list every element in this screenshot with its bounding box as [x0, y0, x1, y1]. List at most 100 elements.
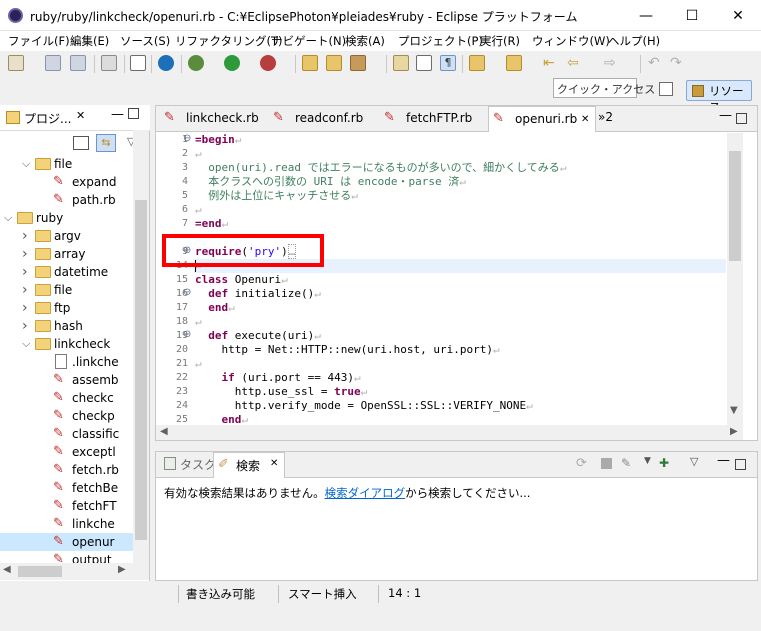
save-icon[interactable]: [45, 55, 61, 71]
tab-openuri[interactable]: ✎ openuri.rb ✕: [488, 106, 596, 132]
editor-vertical-scrollbar[interactable]: ▼: [727, 133, 743, 425]
tab-search[interactable]: ✐ 検索 ✕: [213, 452, 285, 478]
pin-view-icon[interactable]: ✚: [659, 456, 669, 470]
tree-item[interactable]: › hash: [0, 317, 133, 335]
menu-file[interactable]: ファイル(F): [8, 33, 70, 49]
cancel-search-icon[interactable]: [601, 458, 612, 469]
chevron-right-icon[interactable]: ›: [22, 299, 32, 317]
chevron-right-icon[interactable]: ›: [22, 263, 32, 281]
tab-fetchftp[interactable]: ✎ fetchFTP.rb: [382, 106, 486, 131]
chevron-right-icon[interactable]: ›: [22, 245, 32, 263]
open-type-icon[interactable]: [302, 55, 318, 71]
resource-perspective-button[interactable]: リソース: [686, 80, 752, 114]
chevron-down-icon[interactable]: ⌵: [22, 335, 32, 353]
close-tab-icon[interactable]: ✕: [581, 107, 589, 132]
open-perspective-icon[interactable]: [659, 82, 673, 96]
fold-toggle-icon[interactable]: ⊖: [183, 329, 191, 340]
prev-annotation-icon[interactable]: [506, 55, 522, 71]
scrollbar-thumb[interactable]: [729, 151, 741, 261]
save-all-icon[interactable]: [70, 55, 86, 71]
tree-item[interactable]: ✎ checkp: [0, 407, 133, 425]
tree-item[interactable]: ✎ fetchFT: [0, 497, 133, 515]
chevron-down-icon[interactable]: ⌵: [22, 155, 32, 173]
tree-item[interactable]: › ftp: [0, 299, 133, 317]
tree-item[interactable]: ⌵ ruby: [0, 209, 133, 227]
tree-item[interactable]: ✎ checkc: [0, 389, 133, 407]
minimize-view-icon[interactable]: —: [111, 107, 124, 122]
tree-item[interactable]: ⌵ linkcheck: [0, 335, 133, 353]
menu-navigate[interactable]: ナビゲート(N): [271, 33, 346, 49]
minimize-view-icon[interactable]: —: [717, 453, 730, 468]
tree-item[interactable]: ✎ exceptl: [0, 443, 133, 461]
pin-icon[interactable]: ↶: [648, 55, 664, 71]
tree-item[interactable]: ✎ openur: [0, 533, 133, 551]
scroll-right-icon[interactable]: ▶: [118, 564, 126, 575]
debug-icon[interactable]: [188, 55, 204, 71]
tree-item[interactable]: ✎ fetch.rb: [0, 461, 133, 479]
tree-item[interactable]: ✎ linkche: [0, 515, 133, 533]
edit-icon[interactable]: [393, 55, 409, 71]
menu-help[interactable]: ヘルプ(H): [608, 33, 660, 49]
project-tree-vertical-scrollbar[interactable]: [133, 130, 149, 580]
maximize-view-icon[interactable]: [128, 108, 139, 119]
tree-item[interactable]: ✎ output: [0, 551, 133, 563]
project-tree-horizontal-scrollbar[interactable]: ◀ ▶: [0, 563, 133, 580]
menu-refactor[interactable]: リファクタリング(T): [175, 33, 283, 49]
code-editor[interactable]: 1 ⊖ =begin↵ 2 ↵ 3 open(uri).read ではエラーになるものが…: [156, 133, 726, 439]
tab-tasks[interactable]: タスク: [180, 456, 216, 473]
minimize-editor-icon[interactable]: —: [719, 108, 732, 123]
menu-search[interactable]: 検索(A): [345, 33, 385, 49]
search-history-icon[interactable]: ✎: [621, 456, 631, 470]
toggle-mark-icon[interactable]: [416, 55, 432, 71]
tree-item[interactable]: › argv: [0, 227, 133, 245]
tree-item[interactable]: ✎ classific: [0, 425, 133, 443]
scroll-right-icon[interactable]: ▶: [730, 426, 738, 437]
maximize-editor-icon[interactable]: [736, 113, 747, 124]
quick-access-input[interactable]: クイック・アクセス: [553, 78, 655, 98]
editor-horizontal-scrollbar[interactable]: ◀ ▶: [156, 425, 743, 440]
tree-item[interactable]: ✎ assemb: [0, 371, 133, 389]
close-tab-icon[interactable]: ✕: [270, 458, 278, 469]
tree-item[interactable]: ✎ fetchBe: [0, 479, 133, 497]
refresh-icon[interactable]: ⟳: [576, 456, 587, 471]
next-annotation-icon[interactable]: [469, 55, 485, 71]
tree-item[interactable]: ✎ expand: [0, 173, 133, 191]
close-view-icon[interactable]: ✕: [76, 109, 85, 122]
maximize-button[interactable]: ☐: [669, 0, 715, 31]
tree-item[interactable]: ⌵ file: [0, 155, 133, 173]
scrollbar-thumb[interactable]: [18, 566, 62, 577]
more-tabs-button[interactable]: »2: [598, 110, 613, 124]
new-icon[interactable]: [8, 55, 24, 71]
menu-project[interactable]: プロジェクト(P): [398, 33, 483, 49]
project-explorer-title[interactable]: プロジ...: [24, 110, 71, 127]
tab-readconf[interactable]: ✎ readconf.rb: [271, 106, 375, 131]
brush-icon[interactable]: [350, 55, 366, 71]
tree-item[interactable]: ✎ path.rb: [0, 191, 133, 209]
menu-edit[interactable]: 編集(E): [70, 33, 109, 49]
dropdown-chevron-down-icon[interactable]: ▼: [644, 456, 651, 466]
tab-linkcheck[interactable]: ✎ linkcheck.rb: [162, 106, 266, 131]
open-resource-icon[interactable]: [326, 55, 342, 71]
menu-source[interactable]: ソース(S): [120, 33, 170, 49]
fold-toggle-icon[interactable]: ⊖: [183, 133, 191, 144]
chevron-right-icon[interactable]: ›: [22, 317, 32, 335]
fold-toggle-icon[interactable]: ⊖: [183, 287, 191, 298]
tree-item[interactable]: › file: [0, 281, 133, 299]
pin2-icon[interactable]: ↷: [670, 55, 686, 71]
link-with-editor-icon[interactable]: ⇆: [96, 134, 116, 152]
settings-icon[interactable]: [158, 55, 174, 71]
minimize-button[interactable]: —: [623, 0, 669, 31]
collapse-all-icon[interactable]: [73, 136, 89, 150]
close-button[interactable]: ✕: [715, 0, 761, 31]
tree-item[interactable]: › datetime: [0, 263, 133, 281]
maximize-view-icon[interactable]: [735, 459, 746, 470]
tree-item[interactable]: .linkche: [0, 353, 133, 371]
search-dialog-link[interactable]: 検索ダイアログ: [325, 486, 406, 500]
chevron-right-icon[interactable]: ›: [22, 281, 32, 299]
tree-item[interactable]: › array: [0, 245, 133, 263]
console-icon[interactable]: [101, 55, 117, 71]
menu-window[interactable]: ウィンドウ(W): [532, 33, 610, 49]
terminal-icon[interactable]: [130, 55, 146, 71]
back-icon[interactable]: ⇦: [567, 55, 583, 71]
scroll-left-icon[interactable]: ◀: [160, 426, 168, 437]
